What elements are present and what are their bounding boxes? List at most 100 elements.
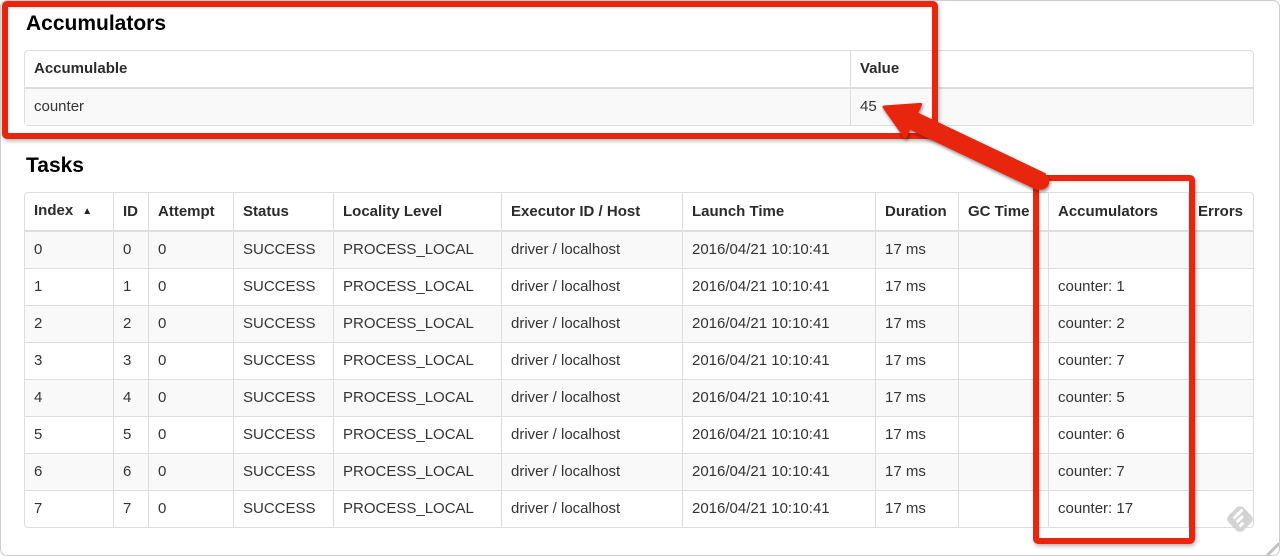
column-header-launch[interactable]: Launch Time (682, 193, 875, 232)
table-row: 7 7 0 SUCCESS PROCESS_LOCAL driver / localhos… (25, 490, 1253, 527)
cell-executor: driver / localhost (501, 342, 682, 379)
spark-ui-page: Accumulators Accumulable Value counter 4… (0, 0, 1280, 556)
cell-attempt: 0 (148, 453, 233, 490)
cell-launch: 2016/04/21 10:10:41 (682, 453, 875, 490)
column-header-duration[interactable]: Duration (875, 193, 958, 232)
table-row: counter 45 (25, 89, 1253, 125)
cell-id: 2 (113, 305, 148, 342)
cell-duration: 17 ms (875, 305, 958, 342)
table-row: 4 4 0 SUCCESS PROCESS_LOCAL driver / localhos… (25, 379, 1253, 416)
cell-gc (958, 453, 1048, 490)
column-header-accumulators[interactable]: Accumulators (1048, 193, 1188, 232)
cell-errors (1188, 305, 1253, 342)
cell-launch: 2016/04/21 10:10:41 (682, 379, 875, 416)
cell-executor: driver / localhost (501, 305, 682, 342)
cell-executor: driver / localhost (501, 490, 682, 527)
cell-locality: PROCESS_LOCAL (333, 453, 501, 490)
cell-launch: 2016/04/21 10:10:41 (682, 342, 875, 379)
table-row: 3 3 0 SUCCESS PROCESS_LOCAL driver / localhos… (25, 342, 1253, 379)
cell-executor: driver / localhost (501, 453, 682, 490)
cell-accumulators (1048, 232, 1188, 268)
cell-status: SUCCESS (233, 232, 333, 268)
cell-id: 0 (113, 232, 148, 268)
cell-index: 6 (25, 453, 113, 490)
column-header-gc[interactable]: GC Time (958, 193, 1048, 232)
cell-gc (958, 232, 1048, 268)
cell-errors (1188, 342, 1253, 379)
cell-accumulable-value: 45 (850, 89, 1253, 125)
cell-index: 4 (25, 379, 113, 416)
cell-locality: PROCESS_LOCAL (333, 379, 501, 416)
cell-locality: PROCESS_LOCAL (333, 232, 501, 268)
cell-gc (958, 490, 1048, 527)
cell-executor: driver / localhost (501, 416, 682, 453)
cell-errors (1188, 268, 1253, 305)
column-header-id[interactable]: ID (113, 193, 148, 232)
cell-errors (1188, 379, 1253, 416)
column-header-index[interactable]: Index ▲ (25, 193, 113, 232)
cell-attempt: 0 (148, 342, 233, 379)
cell-status: SUCCESS (233, 490, 333, 527)
tasks-header-row: Index ▲ ID Attempt Status Locality Level Execu… (25, 193, 1253, 232)
cell-executor: driver / localhost (501, 232, 682, 268)
cell-locality: PROCESS_LOCAL (333, 268, 501, 305)
cell-launch: 2016/04/21 10:10:41 (682, 232, 875, 268)
cell-errors (1188, 453, 1253, 490)
cell-launch: 2016/04/21 10:10:41 (682, 490, 875, 527)
column-header-errors[interactable]: Errors (1188, 193, 1253, 232)
page-content: Accumulators Accumulable Value counter 4… (1, 1, 1279, 528)
column-header-locality[interactable]: Locality Level (333, 193, 501, 232)
cell-status: SUCCESS (233, 379, 333, 416)
cell-index: 5 (25, 416, 113, 453)
cell-status: SUCCESS (233, 453, 333, 490)
cell-locality: PROCESS_LOCAL (333, 416, 501, 453)
cell-id: 3 (113, 342, 148, 379)
cell-gc (958, 342, 1048, 379)
cell-id: 1 (113, 268, 148, 305)
cell-locality: PROCESS_LOCAL (333, 305, 501, 342)
accumulable-header-row: Accumulable Value (25, 51, 1253, 89)
column-header-status[interactable]: Status (233, 193, 333, 232)
cell-id: 4 (113, 379, 148, 416)
cell-launch: 2016/04/21 10:10:41 (682, 416, 875, 453)
frame-corner-curl (1265, 541, 1279, 555)
cell-status: SUCCESS (233, 342, 333, 379)
table-row: 0 0 0 SUCCESS PROCESS_LOCAL driver / localhos… (25, 232, 1253, 268)
cell-id: 5 (113, 416, 148, 453)
column-header-executor[interactable]: Executor ID / Host (501, 193, 682, 232)
accumulable-table: Accumulable Value counter 45 (24, 50, 1254, 126)
accumulators-heading: Accumulators (26, 12, 167, 35)
cell-duration: 17 ms (875, 490, 958, 527)
column-header-attempt[interactable]: Attempt (148, 193, 233, 232)
cell-accumulators: counter: 2 (1048, 305, 1188, 342)
cell-attempt: 0 (148, 232, 233, 268)
cell-attempt: 0 (148, 305, 233, 342)
cell-duration: 17 ms (875, 416, 958, 453)
cell-index: 0 (34, 241, 43, 258)
cell-id: 7 (113, 490, 148, 527)
table-row: 6 6 0 SUCCESS PROCESS_LOCAL driver / localhos… (25, 453, 1253, 490)
column-header-accumulable[interactable]: Accumulable (25, 51, 850, 89)
table-row: 2 2 0 SUCCESS PROCESS_LOCAL driver / localhos… (25, 305, 1253, 342)
cell-accumulators: counter: 5 (1048, 379, 1188, 416)
column-header-value[interactable]: Value (850, 51, 1253, 89)
cell-duration: 17 ms (875, 232, 958, 268)
cell-gc (958, 268, 1048, 305)
cell-duration: 17 ms (875, 379, 958, 416)
cell-gc (958, 305, 1048, 342)
cell-attempt: 0 (148, 490, 233, 527)
cell-locality: PROCESS_LOCAL (333, 490, 501, 527)
cell-duration: 17 ms (875, 342, 958, 379)
tasks-heading: Tasks (26, 154, 84, 177)
cell-attempt: 0 (148, 379, 233, 416)
cell-attempt: 0 (148, 268, 233, 305)
cell-accumulators: counter: 1 (1048, 268, 1188, 305)
skitch-watermark-icon (1227, 506, 1253, 532)
cell-attempt: 0 (148, 416, 233, 453)
cell-accumulable-name: counter (34, 98, 85, 115)
sort-ascending-icon: ▲ (82, 206, 93, 217)
cell-executor: driver / localhost (501, 379, 682, 416)
cell-locality: PROCESS_LOCAL (333, 342, 501, 379)
cell-index: 7 (25, 490, 113, 527)
cell-status: SUCCESS (233, 416, 333, 453)
